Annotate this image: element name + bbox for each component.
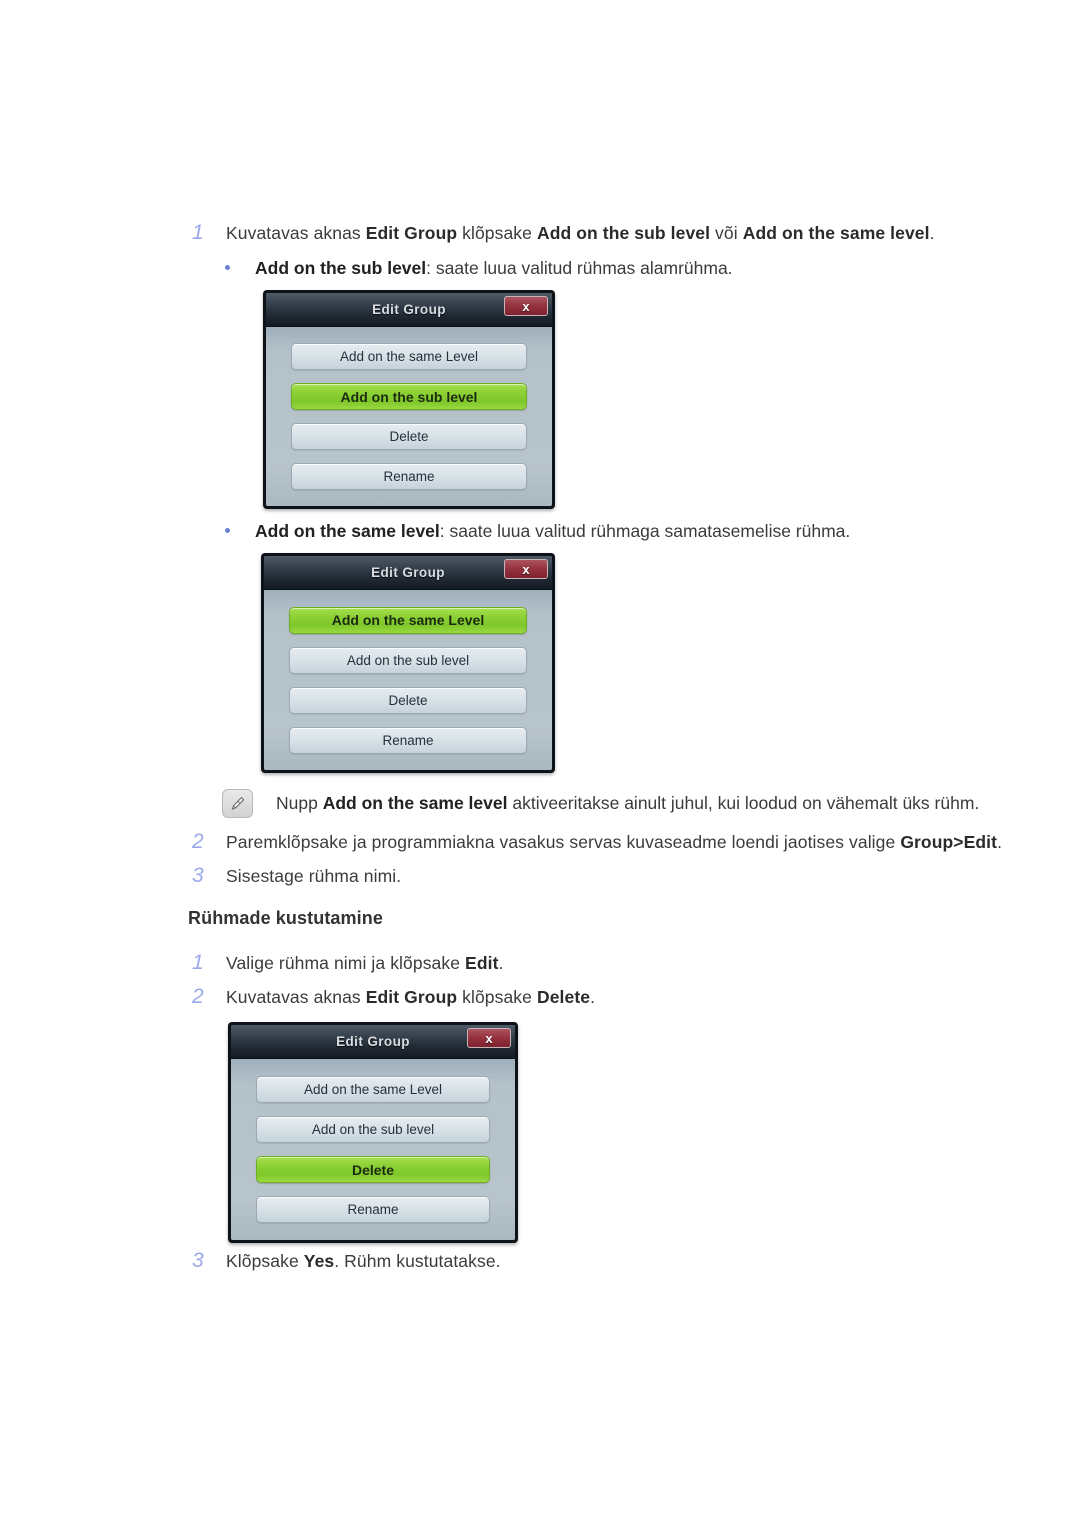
note-pencil-icon (222, 789, 253, 818)
dialog-body: Add on the same Level Add on the sub lev… (264, 590, 552, 770)
button-delete[interactable]: Delete (291, 423, 527, 450)
step-text: Klõpsake Yes. Rühm kustutatakse. (226, 1251, 501, 1271)
dialog-title: Edit Group (336, 1034, 410, 1049)
step-number: 2 (192, 985, 204, 1008)
bullet-point-icon (225, 255, 255, 270)
dialog-title: Edit Group (372, 302, 446, 317)
close-icon[interactable]: x (504, 296, 548, 316)
dialog-sub-level[interactable]: Edit Group x Add on the same Level Add o… (263, 290, 555, 509)
note-callout: Nupp Add on the same level aktiveeritaks… (222, 789, 1012, 818)
button-delete[interactable]: Delete (256, 1156, 490, 1183)
step-number: 2 (192, 830, 204, 853)
dialog-titlebar: Edit Group x (231, 1025, 515, 1059)
dialog-titlebar: Edit Group x (264, 556, 552, 590)
button-delete[interactable]: Delete (289, 686, 527, 714)
button-add-sub-level[interactable]: Add on the sub level (289, 646, 527, 674)
section-heading: Rühmade kustutamine (188, 908, 383, 928)
bullet-point-icon (225, 518, 255, 533)
bullet-row: Add on the sub level: saate luua valitud… (225, 255, 1015, 281)
dialog-title: Edit Group (371, 565, 445, 580)
step-row: 3 Klõpsake Yes. Rühm kustutatakse. (188, 1248, 1028, 1274)
bullet-row: Add on the same level: saate luua valitu… (225, 518, 1015, 544)
button-rename[interactable]: Rename (291, 463, 527, 490)
bullet-text: Add on the sub level: saate luua valitud… (255, 258, 733, 278)
step-number: 1 (192, 951, 204, 974)
dialog-body: Add on the same Level Add on the sub lev… (266, 327, 552, 506)
manual-page: 1 Kuvatavas aknas Edit Group klõpsake Ad… (0, 0, 1080, 1527)
dialog-inner: Edit Group x Add on the same Level Add o… (231, 1025, 515, 1240)
step-text: Valige rühma nimi ja klõpsake Edit. (226, 953, 504, 973)
step-number: 3 (192, 1249, 204, 1272)
bullet-text: Add on the same level: saate luua valitu… (255, 521, 851, 541)
dialog-inner: Edit Group x Add on the same Level Add o… (264, 556, 552, 770)
button-add-same-level[interactable]: Add on the same Level (256, 1076, 490, 1103)
dialog-delete[interactable]: Edit Group x Add on the same Level Add o… (228, 1022, 518, 1243)
close-icon[interactable]: x (504, 559, 548, 579)
button-add-sub-level[interactable]: Add on the sub level (256, 1116, 490, 1143)
note-text: Nupp Add on the same level aktiveeritaks… (276, 793, 980, 813)
step-row: 2 Paremklõpsake ja programmiakna vasakus… (188, 829, 1028, 855)
step-number: 1 (192, 221, 204, 244)
step-row: 3 Sisestage rühma nimi. (188, 863, 1028, 889)
button-rename[interactable]: Rename (256, 1196, 490, 1223)
step-text: Kuvatavas aknas Edit Group klõpsake Dele… (226, 987, 596, 1007)
dialog-body: Add on the same Level Add on the sub lev… (231, 1059, 515, 1240)
step-row: 1 Kuvatavas aknas Edit Group klõpsake Ad… (188, 220, 1008, 246)
dialog-inner: Edit Group x Add on the same Level Add o… (266, 293, 552, 506)
button-add-same-level[interactable]: Add on the same Level (289, 606, 527, 634)
button-add-sub-level[interactable]: Add on the sub level (291, 383, 527, 410)
step-row: 2 Kuvatavas aknas Edit Group klõpsake De… (188, 984, 1028, 1010)
close-icon[interactable]: x (467, 1028, 511, 1048)
button-add-same-level[interactable]: Add on the same Level (291, 343, 527, 370)
button-rename[interactable]: Rename (289, 726, 527, 754)
step-text: Paremklõpsake ja programmiakna vasakus s… (226, 832, 1003, 852)
dialog-same-level[interactable]: Edit Group x Add on the same Level Add o… (261, 553, 555, 773)
step-number: 3 (192, 864, 204, 887)
dialog-titlebar: Edit Group x (266, 293, 552, 327)
step-row: 1 Valige rühma nimi ja klõpsake Edit. (188, 950, 1028, 976)
step-text: Kuvatavas aknas Edit Group klõpsake Add … (226, 223, 935, 243)
step-text: Sisestage rühma nimi. (226, 866, 402, 886)
